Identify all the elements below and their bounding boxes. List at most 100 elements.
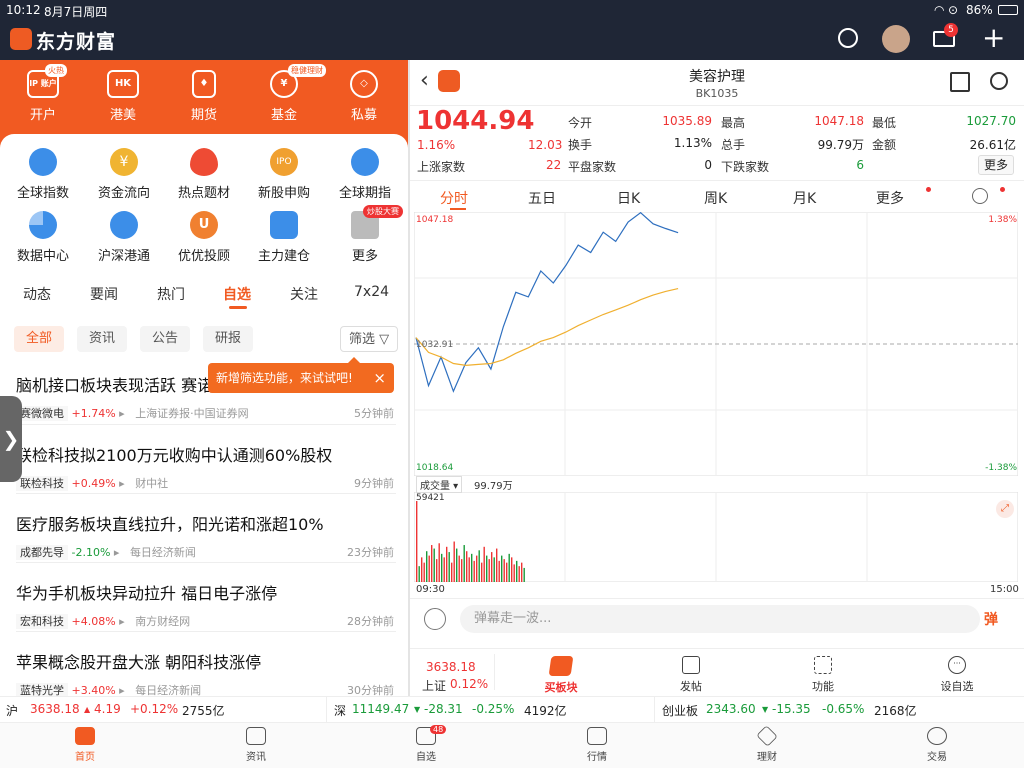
active-chart-tab-indicator — [450, 208, 466, 210]
index-value[interactable]: 11149.47 — [352, 702, 409, 716]
intraday-chart[interactable]: 1047.18 1018.64 1032.91 1.38% -1.38% — [414, 212, 1018, 476]
danmu-send-button[interactable]: 弹 — [984, 609, 998, 629]
post-button[interactable]: 发帖 — [656, 656, 726, 694]
more-quote-button[interactable]: 更多 — [978, 155, 1015, 175]
grid-more[interactable]: 更多 炒股大赛 — [325, 205, 405, 264]
volume-bar — [423, 562, 425, 582]
news-item[interactable]: 华为手机板块异动拉升 福日电子涨停 宏和科技 +4.08% ▸ 南方财经网 28分… — [16, 580, 396, 629]
chip-announcement[interactable]: 公告 — [140, 326, 191, 352]
volume-selector[interactable]: 成交量 ▾ — [416, 476, 463, 493]
filter-button[interactable]: 筛选 ▽ — [340, 326, 399, 352]
bottom-index-pct: 0.12% — [450, 677, 489, 691]
news-title: 医疗服务板块直线拉升，阳光诺和涨超10% — [16, 515, 324, 534]
tab-follow[interactable]: 关注 — [290, 284, 318, 304]
add-watchlist-button[interactable]: ··· 设自选 — [922, 656, 992, 694]
index-value[interactable]: 3638.18 — [30, 702, 80, 716]
tab-watchlist[interactable]: 自选 — [223, 284, 251, 304]
rotation-lock-icon: ⊙ — [948, 3, 959, 17]
share-icon[interactable] — [950, 72, 970, 92]
volume-value: 99.79万 — [817, 138, 864, 152]
flat-value: 0 — [704, 158, 712, 172]
sector-title: 美容护理 — [689, 69, 745, 85]
search-icon[interactable] — [990, 72, 1008, 90]
chip-research[interactable]: 研报 — [203, 326, 254, 352]
shortcut-private-fund[interactable]: ◇ 私募 — [334, 70, 394, 123]
tab-more[interactable]: 更多 — [876, 188, 904, 208]
tab-daily-k[interactable]: 日K — [617, 188, 640, 208]
grid-hot-topics[interactable]: 热点题材 — [164, 148, 244, 201]
more-dots-icon: ··· — [948, 656, 966, 674]
volume-bar — [433, 548, 435, 582]
tab-five-day[interactable]: 五日 — [528, 188, 556, 208]
volume-bar — [448, 552, 450, 582]
chip-all[interactable]: 全部 — [14, 326, 65, 352]
search-icon[interactable] — [838, 28, 858, 48]
tab-news[interactable]: 要闻 — [90, 284, 118, 304]
functions-label: 功能 — [812, 680, 834, 693]
home-icon — [75, 727, 95, 745]
grid-advisor[interactable]: U 优优投顾 — [164, 211, 244, 264]
sector-detail-panel: ‹ 美容护理 BK1035 1044.94 1.16% 12.03 上涨家数 2… — [410, 60, 1024, 696]
grid-main-force[interactable]: 主力建仓 — [244, 211, 324, 264]
avatar[interactable] — [882, 25, 910, 53]
tab-monthly-k[interactable]: 月K — [793, 188, 816, 208]
news-time: 28分钟前 — [347, 615, 394, 628]
news-stock: 赛微微电 — [16, 406, 68, 421]
index-value[interactable]: 2343.60 — [706, 702, 756, 716]
tab-7x24[interactable]: 7x24 — [354, 284, 389, 300]
shortcut-fund[interactable]: ¥ 稳健理财 基金 — [254, 64, 326, 123]
news-item[interactable]: 医疗服务板块直线拉升，阳光诺和涨超10% 成都先导 -2.10% ▸ 每日经济新… — [16, 511, 396, 560]
shortcut-label: 期货 — [190, 108, 217, 123]
chip-info[interactable]: 资讯 — [77, 326, 128, 352]
grid-capital-flow[interactable]: ¥ 资金流向 — [84, 148, 164, 201]
news-source: 南方财经网 — [135, 615, 191, 628]
buy-sector-button[interactable]: 买板块 — [526, 656, 596, 695]
shortcut-hk-us[interactable]: HK 港美 — [93, 70, 153, 123]
tab-wealth[interactable]: 理财 — [737, 725, 797, 763]
tab-dynamic[interactable]: 动态 — [23, 284, 51, 304]
filter-icon: ▽ — [379, 332, 390, 347]
grid-label: 新股申购 — [257, 186, 310, 201]
grid-data-center[interactable]: 数据中心 — [3, 211, 83, 264]
panel-toggle-handle[interactable]: ❯ — [0, 396, 22, 482]
low-label: 最低 — [872, 116, 897, 130]
shortcut-futures[interactable]: ♦ 期货 — [174, 70, 234, 123]
grid-global-futures[interactable]: 全球期指 — [325, 148, 405, 201]
settings-icon[interactable] — [972, 188, 988, 204]
news-source: 每日经济新闻 — [135, 684, 202, 696]
split-divider[interactable] — [408, 60, 410, 696]
news-item[interactable]: 苹果概念股开盘大涨 朝阳科技涨停 蓝特光学 +3.40% ▸ 每日经济新闻 30分… — [16, 649, 396, 696]
volume-bar — [513, 564, 515, 582]
divider — [410, 648, 1024, 649]
danmu-toggle-icon[interactable] — [424, 608, 446, 630]
tab-hot[interactable]: 热门 — [157, 284, 185, 304]
functions-button[interactable]: 功能 — [788, 656, 858, 694]
volume-bar — [521, 562, 523, 582]
fund-badge: 稳健理财 — [288, 64, 326, 77]
danmu-input[interactable]: 弹幕走一波... — [460, 605, 980, 633]
house-icon — [270, 211, 298, 239]
tab-weekly-k[interactable]: 周K — [704, 188, 727, 208]
tab-home[interactable]: 首页 — [55, 727, 115, 763]
grid-connect[interactable]: 沪深港通 — [84, 211, 164, 264]
grid-global-index[interactable]: 全球指数 — [3, 148, 83, 201]
status-time: 10:12 — [6, 3, 41, 17]
tab-intraday[interactable]: 分时 — [440, 188, 468, 208]
add-icon[interactable]: + — [982, 21, 1005, 55]
tab-trade[interactable]: 交易 — [907, 727, 967, 763]
volume-bar — [481, 562, 483, 582]
tab-market[interactable]: 行情 — [567, 727, 627, 763]
news-item[interactable]: 联检科技拟2100万元收购中认通测60%股权 联检科技 +0.49% ▸ 财中社… — [16, 442, 396, 491]
tab-watchlist-main[interactable]: 自选 48 — [396, 725, 456, 763]
divider — [654, 697, 655, 723]
grid-label: 资金流向 — [97, 186, 150, 201]
tab-label: 首页 — [75, 752, 95, 763]
expand-icon[interactable]: ⤢ — [996, 500, 1014, 518]
rising-label: 上涨家数 — [417, 160, 466, 174]
grid-ipo[interactable]: IPO 新股申购 — [244, 148, 324, 201]
shortcut-open-account[interactable]: IP 账户 火热 开户 — [13, 64, 73, 123]
grid-label: 更多 — [351, 249, 378, 264]
tab-info[interactable]: 资讯 — [226, 727, 286, 763]
close-icon[interactable]: × — [373, 363, 386, 393]
bottom-index-value[interactable]: 3638.18 — [426, 660, 476, 674]
